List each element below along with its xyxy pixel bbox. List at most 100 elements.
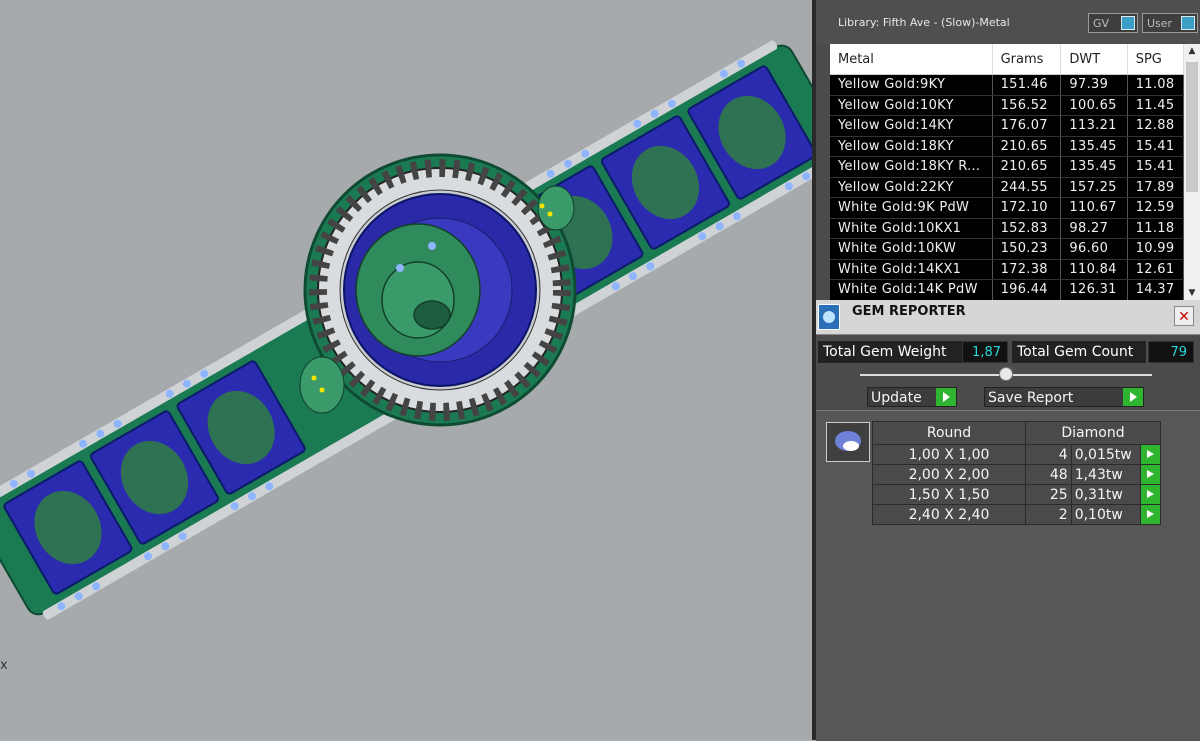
grams-cell: 156.52 bbox=[992, 95, 1062, 116]
dwt-cell: 110.84 bbox=[1060, 259, 1128, 280]
select-gem-button[interactable] bbox=[1139, 484, 1162, 505]
table-row[interactable]: White Gold:9K PdW 172.10 110.67 12.59 bbox=[830, 197, 1184, 219]
metal-table-scrollbar[interactable]: ▲ ▼ bbox=[1184, 44, 1200, 300]
play-icon bbox=[1141, 505, 1159, 524]
gem-weight-cell: 0,31tw bbox=[1070, 484, 1141, 505]
gem-count-cell: 48 bbox=[1025, 464, 1072, 485]
metal-table-header: Metal Grams DWT SPG bbox=[830, 44, 1184, 75]
metal-cell: Yellow Gold:10KY bbox=[830, 95, 993, 116]
spg-cell: 15.41 bbox=[1127, 136, 1184, 157]
spg-cell: 15.41 bbox=[1127, 156, 1184, 178]
gem-size-cell: 1,50 X 1,50 bbox=[872, 484, 1026, 505]
gem-material-header: Diamond bbox=[1025, 421, 1161, 445]
bracelet-model bbox=[0, 40, 812, 620]
spg-cell: 12.59 bbox=[1127, 197, 1184, 219]
table-row[interactable]: Yellow Gold:10KY 156.52 100.65 11.45 bbox=[830, 95, 1184, 116]
gv-toggle-switch[interactable] bbox=[1121, 16, 1135, 30]
gem-reporter-title: GEM REPORTER bbox=[852, 304, 966, 319]
user-toggle[interactable]: User bbox=[1142, 13, 1198, 33]
play-icon bbox=[1123, 388, 1143, 406]
gem-count-cell: 2 bbox=[1025, 504, 1072, 525]
gem-weight-cell: 0,015tw bbox=[1070, 444, 1141, 465]
gem-count-cell: 25 bbox=[1025, 484, 1072, 505]
select-gem-button[interactable] bbox=[1139, 444, 1162, 465]
metal-cell: White Gold:9K PdW bbox=[830, 197, 993, 219]
select-gem-button[interactable] bbox=[1139, 504, 1162, 525]
gem-reporter-logo-icon bbox=[818, 304, 840, 330]
dwt-cell: 126.31 bbox=[1060, 279, 1128, 300]
spg-cell: 11.18 bbox=[1127, 218, 1184, 239]
grams-cell: 172.10 bbox=[992, 197, 1062, 219]
column-header-metal[interactable]: Metal bbox=[830, 44, 993, 75]
gem-row: 1,00 X 1,00 4 0,015tw bbox=[872, 444, 1162, 465]
table-row[interactable]: White Gold:14K PdW 196.44 126.31 14.37 bbox=[830, 279, 1184, 300]
table-row[interactable]: White Gold:14KX1 172.38 110.84 12.61 bbox=[830, 259, 1184, 280]
gem-size-cell: 2,00 X 2,00 bbox=[872, 464, 1026, 485]
spg-cell: 10.99 bbox=[1127, 238, 1184, 260]
save-report-button-label: Save Report bbox=[988, 390, 1074, 406]
3d-viewport[interactable]: x bbox=[0, 0, 812, 740]
dwt-cell: 135.45 bbox=[1060, 136, 1128, 157]
metal-cell: Yellow Gold:18KY bbox=[830, 136, 993, 157]
dwt-cell: 96.60 bbox=[1060, 238, 1128, 260]
gv-toggle[interactable]: GV bbox=[1088, 13, 1138, 33]
dwt-cell: 113.21 bbox=[1060, 115, 1128, 137]
update-button-label: Update bbox=[871, 390, 922, 406]
dwt-cell: 98.27 bbox=[1060, 218, 1128, 239]
column-header-spg[interactable]: SPG bbox=[1127, 44, 1184, 75]
axis-label: x bbox=[0, 658, 8, 673]
dwt-cell: 110.67 bbox=[1060, 197, 1128, 219]
scroll-up-icon[interactable]: ▲ bbox=[1184, 44, 1200, 58]
play-icon bbox=[1141, 445, 1159, 464]
grams-cell: 176.07 bbox=[992, 115, 1062, 137]
gem-shape-header: Round bbox=[872, 421, 1026, 445]
dwt-cell: 97.39 bbox=[1060, 74, 1128, 96]
grams-cell: 150.23 bbox=[992, 238, 1062, 260]
spg-cell: 12.61 bbox=[1127, 259, 1184, 280]
metal-cell: Yellow Gold:22KY bbox=[830, 177, 993, 198]
gem-row: 2,40 X 2,40 2 0,10tw bbox=[872, 504, 1162, 525]
play-icon bbox=[1141, 485, 1159, 504]
metal-cell: White Gold:14KX1 bbox=[830, 259, 993, 280]
scroll-down-icon[interactable]: ▼ bbox=[1184, 286, 1200, 300]
column-header-dwt[interactable]: DWT bbox=[1060, 44, 1128, 75]
table-row[interactable]: Yellow Gold:22KY 244.55 157.25 17.89 bbox=[830, 177, 1184, 198]
grams-cell: 172.38 bbox=[992, 259, 1062, 280]
gem-reporter-titlebar: GEM REPORTER ✕ bbox=[816, 300, 1200, 335]
gem-row: 2,00 X 2,00 48 1,43tw bbox=[872, 464, 1162, 485]
table-row[interactable]: White Gold:10KX1 152.83 98.27 11.18 bbox=[830, 218, 1184, 239]
select-gem-button[interactable] bbox=[1139, 464, 1162, 485]
user-toggle-switch[interactable] bbox=[1181, 16, 1195, 30]
scroll-thumb[interactable] bbox=[1186, 62, 1198, 192]
table-row[interactable]: White Gold:10KW 150.23 96.60 10.99 bbox=[830, 238, 1184, 260]
update-button[interactable]: Update bbox=[867, 387, 957, 407]
user-toggle-label: User bbox=[1147, 17, 1173, 30]
spg-cell: 17.89 bbox=[1127, 177, 1184, 198]
library-title: Library: Fifth Ave - (Slow)-Metal bbox=[838, 16, 1010, 29]
play-icon bbox=[1141, 465, 1159, 484]
grams-cell: 151.46 bbox=[992, 74, 1062, 96]
spg-cell: 11.45 bbox=[1127, 95, 1184, 116]
table-row[interactable]: Yellow Gold:14KY 176.07 113.21 12.88 bbox=[830, 115, 1184, 137]
metal-table: Metal Grams DWT SPG Yellow Gold:9KY 151.4… bbox=[830, 44, 1184, 300]
grams-cell: 244.55 bbox=[992, 177, 1062, 198]
round-gem-icon bbox=[826, 422, 870, 462]
dwt-cell: 135.45 bbox=[1060, 156, 1128, 178]
metal-library-header: Library: Fifth Ave - (Slow)-Metal GV Use… bbox=[816, 0, 1200, 44]
close-icon[interactable]: ✕ bbox=[1174, 306, 1194, 326]
grams-cell: 152.83 bbox=[992, 218, 1062, 239]
gem-size-cell: 2,40 X 2,40 bbox=[872, 504, 1026, 525]
table-row[interactable]: Yellow Gold:18KY 210.65 135.45 15.41 bbox=[830, 136, 1184, 157]
table-row[interactable]: Yellow Gold:18KY R... 210.65 135.45 15.41 bbox=[830, 156, 1184, 178]
column-header-grams[interactable]: Grams bbox=[992, 44, 1062, 75]
spg-cell: 14.37 bbox=[1127, 279, 1184, 300]
table-row[interactable]: Yellow Gold:9KY 151.46 97.39 11.08 bbox=[830, 74, 1184, 96]
gem-row: 1,50 X 1,50 25 0,31tw bbox=[872, 484, 1162, 505]
metal-cell: White Gold:10KW bbox=[830, 238, 993, 260]
gem-weight-cell: 1,43tw bbox=[1070, 464, 1141, 485]
total-gem-weight-value: 1,87 bbox=[962, 341, 1008, 363]
panel-splitter-handle[interactable] bbox=[999, 367, 1013, 381]
save-report-button[interactable]: Save Report bbox=[984, 387, 1144, 407]
total-gem-weight-label: Total Gem Weight bbox=[818, 341, 962, 363]
dwt-cell: 100.65 bbox=[1060, 95, 1128, 116]
